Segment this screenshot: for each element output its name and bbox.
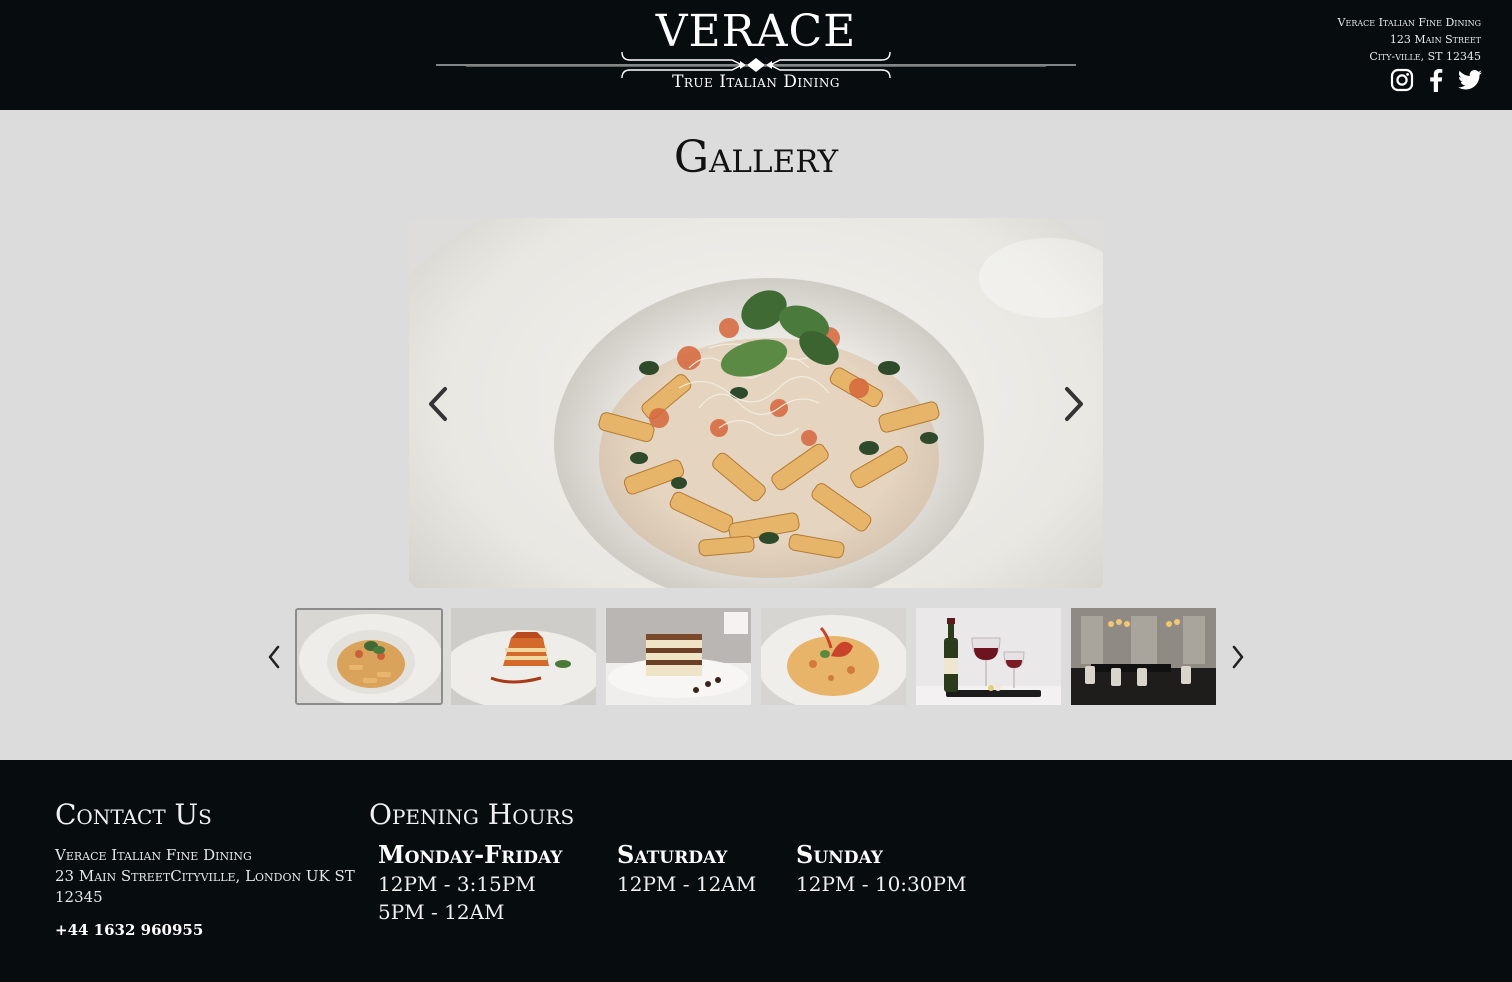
main-gallery-image[interactable] — [409, 218, 1103, 588]
hours-weekday: Monday-Friday 12PM - 3:15PM 5PM - 12AM — [378, 840, 562, 926]
site-footer: Contact Us Verace Italian Fine Dining 23… — [0, 760, 1512, 982]
hours-time: 12PM - 12AM — [617, 872, 757, 896]
thumbnail-dining-room[interactable] — [1071, 608, 1216, 705]
hours-day-label: Sunday — [796, 840, 883, 869]
contact-address: 23 Main StreetCityville, London UK ST 12… — [55, 867, 355, 906]
thumbnail-strip — [295, 608, 1216, 706]
hours-saturday: Saturday 12PM - 12AM — [617, 840, 756, 898]
thumbnail-wine[interactable] — [916, 608, 1061, 705]
instagram-icon[interactable] — [1390, 67, 1414, 93]
facebook-icon[interactable] — [1424, 67, 1448, 93]
thumbnail-prev-button[interactable] — [262, 640, 286, 674]
hours-day-label: Saturday — [617, 840, 728, 869]
hours-sunday: Sunday 12PM - 10:30PM — [796, 840, 966, 898]
gallery-prev-button[interactable] — [420, 382, 456, 426]
gallery-title: Gallery — [673, 132, 839, 183]
thumbnail-next-button[interactable] — [1226, 640, 1250, 674]
header-info-name: Verace Italian Fine Dining — [1337, 16, 1481, 29]
contact-address-block: Verace Italian Fine Dining 23 Main Stree… — [55, 845, 355, 908]
header-info-street: 123 Main Street — [1389, 33, 1481, 46]
thumbnail-tiramisu[interactable] — [606, 608, 751, 705]
hours-time: 12PM - 10:30PM — [796, 872, 967, 896]
thumbnail-lasagna[interactable] — [451, 608, 596, 705]
gallery-next-button[interactable] — [1056, 382, 1092, 426]
contact-phone[interactable]: +44 1632 960955 — [55, 921, 203, 939]
thumbnail-pasta[interactable] — [295, 608, 443, 705]
site-header: VERACE True Italian Dining Verace Italia… — [0, 0, 1512, 110]
chevron-right-icon — [1232, 645, 1244, 669]
logo[interactable]: VERACE True Italian Dining — [436, 0, 1076, 110]
header-address: Verace Italian Fine Dining 123 Main Stre… — [1338, 14, 1481, 65]
hours-day-label: Monday-Friday — [378, 840, 563, 869]
logo-subtitle: True Italian Dining — [672, 72, 840, 92]
hours-time: 12PM - 3:15PM — [378, 872, 536, 896]
contact-name: Verace Italian Fine Dining — [55, 846, 252, 864]
hours-title: Opening Hours — [369, 798, 575, 831]
hours-time: 5PM - 12AM — [378, 900, 505, 924]
twitter-icon[interactable] — [1458, 67, 1482, 93]
chevron-right-icon — [1065, 387, 1083, 421]
chevron-left-icon — [429, 387, 447, 421]
contact-title: Contact Us — [55, 798, 212, 831]
header-info-city: City-ville, ST 12345 — [1369, 50, 1481, 63]
social-links — [1390, 67, 1482, 93]
chevron-left-icon — [268, 645, 280, 669]
thumbnail-lobster-risotto[interactable] — [761, 608, 906, 705]
